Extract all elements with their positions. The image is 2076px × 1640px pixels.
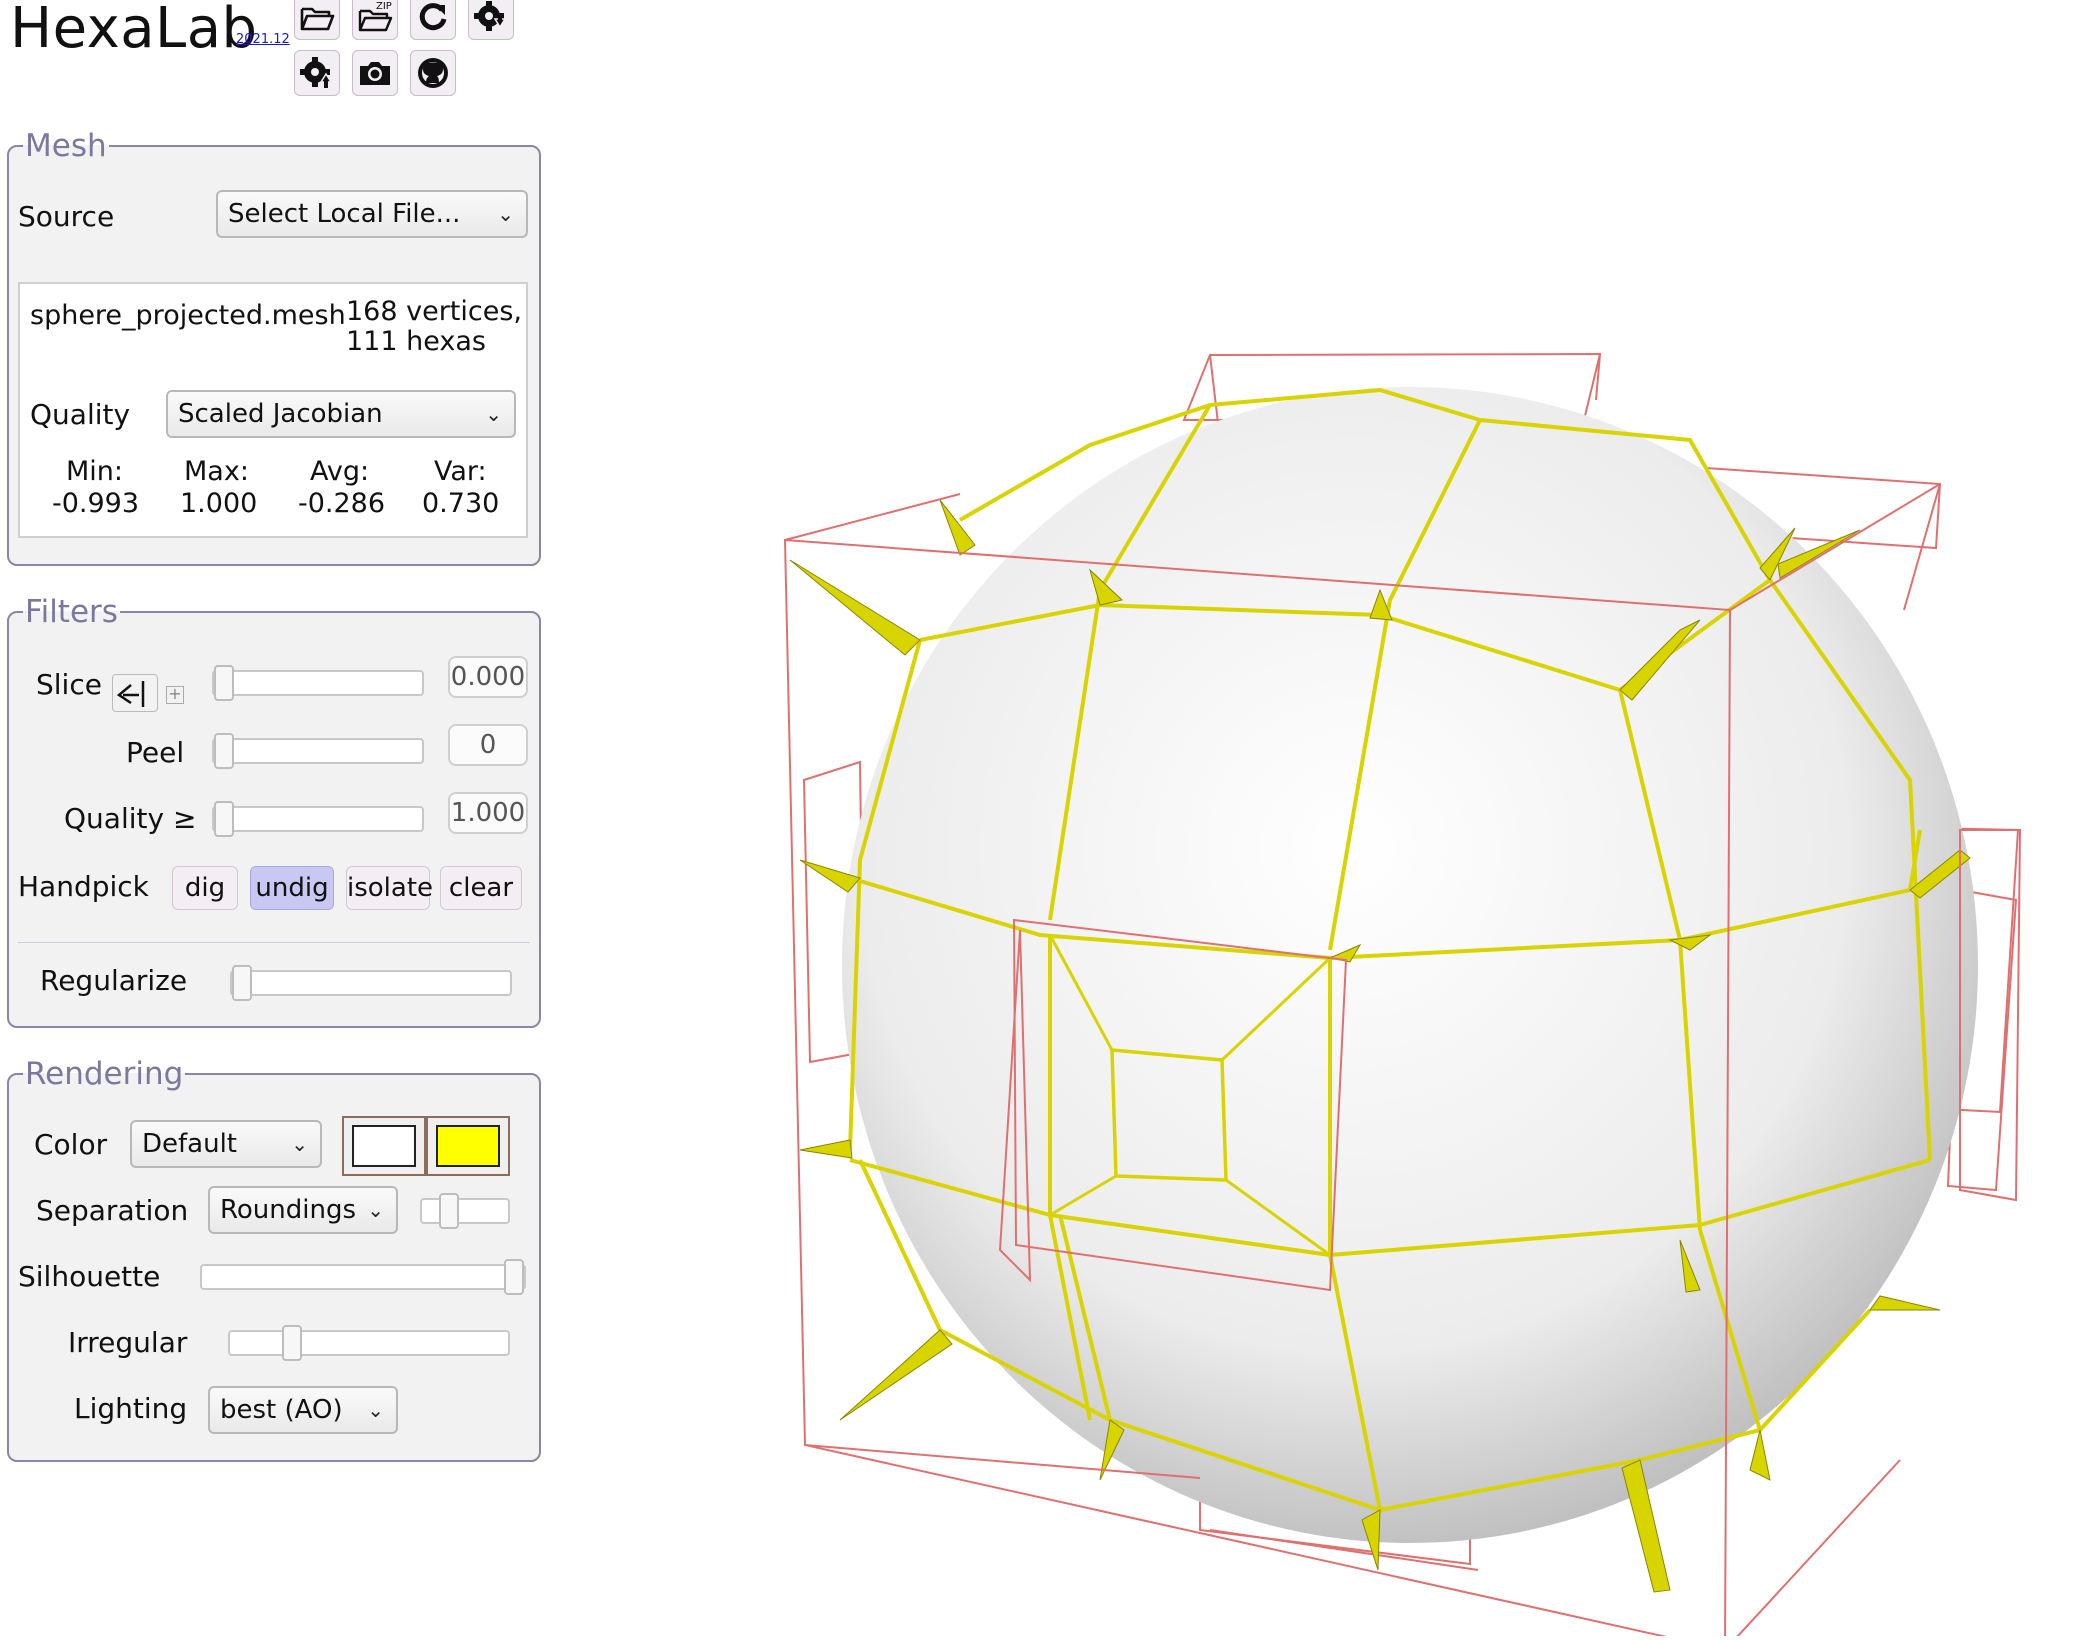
- settings-upload-icon: [300, 57, 333, 88]
- 3d-viewport[interactable]: [560, 0, 2076, 1640]
- handpick-dig-button[interactable]: dig: [172, 866, 238, 910]
- peel-slider[interactable]: [212, 733, 424, 769]
- slider-knob[interactable]: [214, 801, 234, 837]
- settings-upload-button[interactable]: [294, 50, 340, 96]
- slider-knob[interactable]: [439, 1193, 459, 1229]
- color-label: Color: [34, 1128, 108, 1161]
- filters-legend: Filters: [25, 594, 118, 630]
- open-file-button[interactable]: [294, 0, 340, 40]
- color-select[interactable]: Default ⌄: [130, 1120, 322, 1168]
- folder-open-icon: [300, 7, 335, 31]
- separation-select-value: Roundings: [220, 1195, 357, 1225]
- lighting-select-value: best (AO): [220, 1395, 343, 1425]
- reload-button[interactable]: [410, 0, 456, 40]
- slice-add-icon[interactable]: +: [166, 686, 184, 704]
- quality-filter-slider[interactable]: [212, 801, 424, 837]
- handpick-clear-button[interactable]: clear: [440, 866, 522, 910]
- quality-filter-value-input[interactable]: 1.000: [448, 792, 528, 834]
- color-select-value: Default: [142, 1129, 237, 1159]
- slice-direction-button[interactable]: [112, 674, 158, 712]
- hex-mesh-render[interactable]: [560, 0, 2076, 1640]
- stat-avg-label: Avg:: [310, 456, 370, 487]
- stat-min-value: -0.993: [52, 488, 140, 519]
- chevron-down-icon: ⌄: [367, 1398, 384, 1422]
- stat-min-label: Min:: [66, 456, 124, 487]
- settings-download-icon: [474, 1, 507, 31]
- hexa-count: 111 hexas: [346, 326, 486, 357]
- slider-knob[interactable]: [232, 965, 252, 1001]
- regularize-label: Regularize: [40, 964, 188, 997]
- source-select[interactable]: Select Local File... ⌄: [216, 190, 528, 238]
- mesh-legend: Mesh: [25, 128, 107, 164]
- app-title: HexaLab: [10, 0, 258, 61]
- separation-slider[interactable]: [420, 1193, 510, 1229]
- slice-slider[interactable]: [212, 665, 424, 701]
- github-button[interactable]: [410, 50, 456, 96]
- chevron-down-icon: ⌄: [291, 1132, 308, 1156]
- version-link[interactable]: 2021.12: [236, 32, 290, 47]
- chevron-down-icon: ⌄: [497, 202, 514, 226]
- edge-color-picker[interactable]: [426, 1116, 510, 1176]
- open-zip-button[interactable]: ZIP: [352, 0, 398, 40]
- lighting-label: Lighting: [74, 1392, 188, 1425]
- screenshot-button[interactable]: [352, 50, 398, 96]
- source-select-value: Select Local File...: [228, 199, 461, 229]
- slice-plane-icon: [116, 681, 145, 707]
- silhouette-label: Silhouette: [18, 1260, 161, 1293]
- slider-knob[interactable]: [504, 1259, 524, 1295]
- source-label: Source: [18, 200, 115, 233]
- settings-download-button[interactable]: [468, 0, 514, 40]
- camera-icon: [360, 62, 390, 85]
- file-name: sphere_projected.mesh: [30, 300, 346, 331]
- stat-max-label: Max:: [184, 456, 249, 487]
- divider: [18, 942, 530, 943]
- slider-knob[interactable]: [282, 1325, 302, 1361]
- slice-label: Slice: [36, 668, 102, 701]
- github-icon: [418, 58, 448, 88]
- chevron-down-icon: ⌄: [485, 402, 502, 426]
- separation-label: Separation: [36, 1194, 189, 1227]
- chevron-down-icon: ⌄: [367, 1198, 384, 1222]
- rendering-legend: Rendering: [25, 1056, 184, 1092]
- stat-var-value: 0.730: [422, 488, 500, 519]
- lighting-select[interactable]: best (AO) ⌄: [208, 1386, 398, 1434]
- irregular-slider[interactable]: [228, 1325, 510, 1361]
- slice-value-input[interactable]: 0.000: [448, 656, 528, 698]
- quality-select-value: Scaled Jacobian: [178, 399, 383, 429]
- reload-icon: [419, 3, 447, 31]
- color-swatch: [352, 1125, 416, 1167]
- handpick-label: Handpick: [18, 870, 149, 903]
- folder-zip-icon: ZIP: [358, 1, 393, 32]
- silhouette-slider[interactable]: [200, 1259, 526, 1295]
- peel-value-input[interactable]: 0: [448, 724, 528, 766]
- vertex-count: 168 vertices,: [346, 296, 523, 327]
- handpick-undig-button[interactable]: undig: [250, 866, 334, 910]
- slider-knob[interactable]: [214, 665, 234, 701]
- slider-knob[interactable]: [214, 733, 234, 769]
- sidebar: HexaLab 2021.12 ZIP Mesh Source Select L…: [0, 0, 560, 1636]
- surface-color-picker[interactable]: [342, 1116, 426, 1176]
- quality-label: Quality: [30, 398, 131, 431]
- stat-avg-value: -0.286: [298, 488, 386, 519]
- stat-max-value: 1.000: [180, 488, 258, 519]
- handpick-isolate-button[interactable]: isolate: [346, 866, 433, 910]
- quality-filter-label: Quality ≥: [64, 802, 197, 835]
- zip-badge: ZIP: [376, 1, 392, 12]
- irregular-label: Irregular: [68, 1326, 188, 1359]
- color-swatch: [436, 1125, 500, 1167]
- regularize-slider[interactable]: [230, 965, 512, 1001]
- peel-label: Peel: [126, 736, 185, 769]
- separation-select[interactable]: Roundings ⌄: [208, 1186, 398, 1234]
- quality-select[interactable]: Scaled Jacobian ⌄: [166, 390, 516, 438]
- stat-var-label: Var:: [434, 456, 487, 487]
